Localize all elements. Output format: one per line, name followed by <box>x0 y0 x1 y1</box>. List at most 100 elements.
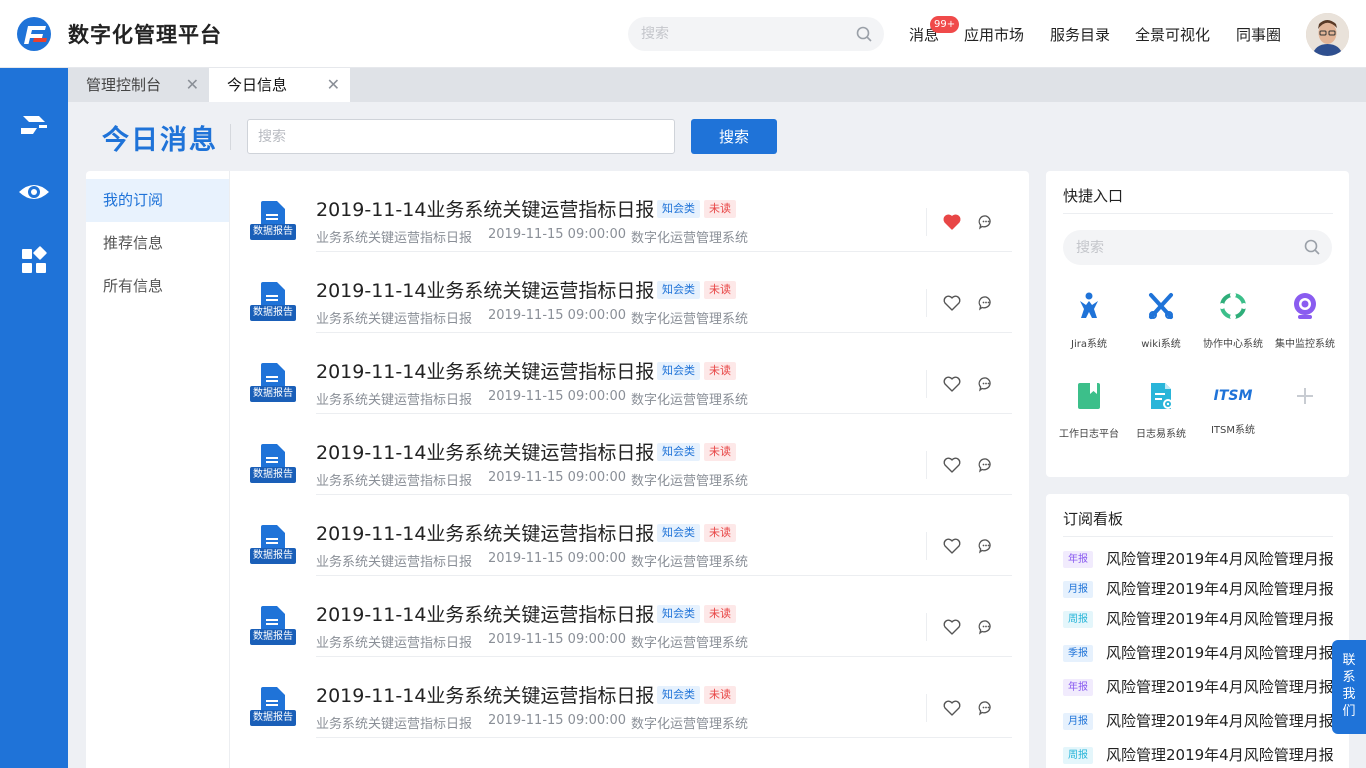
message-title[interactable]: 2019-11-14业务系统关键运营指标日报 <box>316 600 654 627</box>
subscription-title: 风险管理2019年4月风险管理月报 <box>1106 580 1334 598</box>
left-rail <box>0 68 68 768</box>
message-count-badge: 99+ <box>930 16 960 33</box>
app-worklog[interactable]: 工作日志平台 <box>1052 381 1126 440</box>
report-type-badge: 年报 <box>1063 551 1093 568</box>
divider <box>926 613 927 641</box>
subscription-title: 风险管理2019年4月风险管理月报 <box>1106 610 1334 628</box>
search-icon[interactable] <box>1304 239 1320 255</box>
message-title[interactable]: 2019-11-14业务系统关键运营指标日报 <box>316 519 654 546</box>
subscription-title: 风险管理2019年4月风险管理月报 <box>1106 746 1334 764</box>
global-search-input[interactable] <box>628 17 828 51</box>
message-time: 2019-11-15 09:00:00 <box>488 227 627 242</box>
comment-icon[interactable] <box>978 619 994 635</box>
user-photo-icon <box>1306 13 1349 56</box>
subnav-my-subscriptions[interactable]: 我的订阅 <box>86 179 229 222</box>
message-search-input[interactable] <box>248 120 674 153</box>
subnav-recommended[interactable]: 推荐信息 <box>86 222 229 265</box>
tab-today-info[interactable]: 今日信息 ✕ <box>209 68 350 102</box>
app-wiki[interactable]: wiki系统 <box>1124 291 1198 350</box>
eye-icon[interactable] <box>17 175 51 209</box>
apps-grid-icon[interactable] <box>17 244 51 278</box>
message-title[interactable]: 2019-11-14业务系统关键运营指标日报 <box>316 276 654 303</box>
report-type-badge: 周报 <box>1063 611 1093 628</box>
message-title[interactable]: 2019-11-14业务系统关键运营指标日报 <box>316 681 654 708</box>
app-monitoring[interactable]: 集中监控系统 <box>1268 291 1342 350</box>
close-icon[interactable]: ✕ <box>186 68 199 102</box>
heart-icon[interactable] <box>943 214 961 230</box>
quick-search-input[interactable] <box>1063 230 1283 265</box>
heart-icon[interactable] <box>943 619 961 635</box>
message-source: 数字化运营管理系统 <box>631 393 749 408</box>
document-icon: 数据报告 <box>250 606 296 650</box>
list-item[interactable]: 数据报告 2019-11-14业务系统关键运营指标日报 知会类 未读 业务系统关… <box>230 657 1029 738</box>
global-search[interactable] <box>628 17 884 51</box>
subscription-item[interactable]: 月报 风险管理2019年4月风险管理月报 <box>1063 578 1349 600</box>
divider <box>1063 213 1333 214</box>
subnav-all[interactable]: 所有信息 <box>86 265 229 308</box>
app-label: 协作中心系统 <box>1203 339 1263 350</box>
nav-service-catalog[interactable]: 服务目录 <box>1050 24 1110 45</box>
document-icon: 数据报告 <box>250 687 296 731</box>
app-collab-center[interactable]: 协作中心系统 <box>1196 291 1270 350</box>
message-time: 2019-11-15 09:00:00 <box>488 389 627 404</box>
comment-icon[interactable] <box>978 295 994 311</box>
contact-us-button[interactable]: 联系我们 <box>1332 640 1366 734</box>
nav-app-market[interactable]: 应用市场 <box>964 24 1024 45</box>
list-item[interactable]: 数据报告 2019-11-14业务系统关键运营指标日报 知会类 未读 业务系统关… <box>230 252 1029 333</box>
list-item[interactable]: 数据报告 2019-11-14业务系统关键运营指标日报 知会类 未读 业务系统关… <box>230 576 1029 657</box>
tab-console[interactable]: 管理控制台 ✕ <box>68 68 209 102</box>
document-icon: 数据报告 <box>250 363 296 407</box>
subscription-item[interactable]: 月报 风险管理2019年4月风险管理月报 <box>1063 710 1349 732</box>
camera-icon <box>1294 293 1316 319</box>
document-type-label: 数据报告 <box>250 467 296 483</box>
document-icon: 数据报告 <box>250 444 296 488</box>
comment-icon[interactable] <box>978 700 994 716</box>
status-badge: 未读 <box>704 362 736 380</box>
pen-tray-icon[interactable] <box>17 106 51 140</box>
heart-icon[interactable] <box>943 538 961 554</box>
message-search[interactable] <box>247 119 675 154</box>
comment-icon[interactable] <box>978 538 994 554</box>
file-gear-icon <box>1151 383 1173 409</box>
subscription-item[interactable]: 年报 风险管理2019年4月风险管理月报 <box>1063 676 1349 698</box>
comment-icon[interactable] <box>978 457 994 473</box>
heart-icon[interactable] <box>943 457 961 473</box>
comment-icon[interactable] <box>978 214 994 230</box>
list-item[interactable]: 数据报告 2019-11-14业务系统关键运营指标日报 知会类 未读 业务系统关… <box>230 495 1029 576</box>
message-source: 数字化运营管理系统 <box>631 636 749 651</box>
list-item[interactable]: 数据报告 2019-11-14业务系统关键运营指标日报 知会类 未读 业务系统关… <box>230 414 1029 495</box>
message-subtitle: 业务系统关键运营指标日报 <box>316 312 473 327</box>
search-button[interactable]: 搜索 <box>691 119 777 154</box>
heart-icon[interactable] <box>943 376 961 392</box>
message-title[interactable]: 2019-11-14业务系统关键运营指标日报 <box>316 195 654 222</box>
app-itsm[interactable]: ITSM ITSM系统 <box>1196 381 1270 436</box>
category-badge: 知会类 <box>657 200 700 218</box>
subscription-item[interactable]: 周报 风险管理2019年4月风险管理月报 <box>1063 608 1349 630</box>
message-title[interactable]: 2019-11-14业务系统关键运营指标日报 <box>316 357 654 384</box>
search-icon[interactable] <box>856 26 872 42</box>
avatar[interactable] <box>1306 13 1349 56</box>
subscription-item[interactable]: 年报 风险管理2019年4月风险管理月报 <box>1063 548 1349 570</box>
nav-colleagues[interactable]: 同事圈 <box>1236 24 1281 45</box>
heart-icon[interactable] <box>943 295 961 311</box>
subscription-item[interactable]: 周报 风险管理2019年4月风险管理月报 <box>1063 744 1349 766</box>
quick-search[interactable] <box>1063 230 1332 265</box>
divider <box>926 532 927 560</box>
list-item[interactable]: 数据报告 2019-11-14业务系统关键运营指标日报 知会类 未读 业务系统关… <box>230 333 1029 414</box>
add-app-button[interactable] <box>1268 381 1342 415</box>
list-item[interactable]: 数据报告 2019-11-14业务系统关键运营指标日报 知会类 未读 业务系统关… <box>230 171 1029 252</box>
message-time: 2019-11-15 09:00:00 <box>488 632 627 647</box>
category-badge: 知会类 <box>657 686 700 704</box>
heart-icon[interactable] <box>943 700 961 716</box>
subscription-title: 风险管理2019年4月风险管理月报 <box>1106 644 1334 662</box>
subnav: 我的订阅 推荐信息 所有信息 <box>86 171 230 768</box>
close-icon[interactable]: ✕ <box>327 68 340 102</box>
divider <box>926 289 927 317</box>
message-title[interactable]: 2019-11-14业务系统关键运营指标日报 <box>316 438 654 465</box>
app-rizhiyi[interactable]: 日志易系统 <box>1124 381 1198 440</box>
nav-panorama[interactable]: 全景可视化 <box>1135 24 1210 45</box>
app-jira[interactable]: Jira系统 <box>1052 291 1126 350</box>
comment-icon[interactable] <box>978 376 994 392</box>
subscription-item[interactable]: 季报 风险管理2019年4月风险管理月报 <box>1063 642 1349 664</box>
message-subtitle: 业务系统关键运营指标日报 <box>316 717 473 732</box>
